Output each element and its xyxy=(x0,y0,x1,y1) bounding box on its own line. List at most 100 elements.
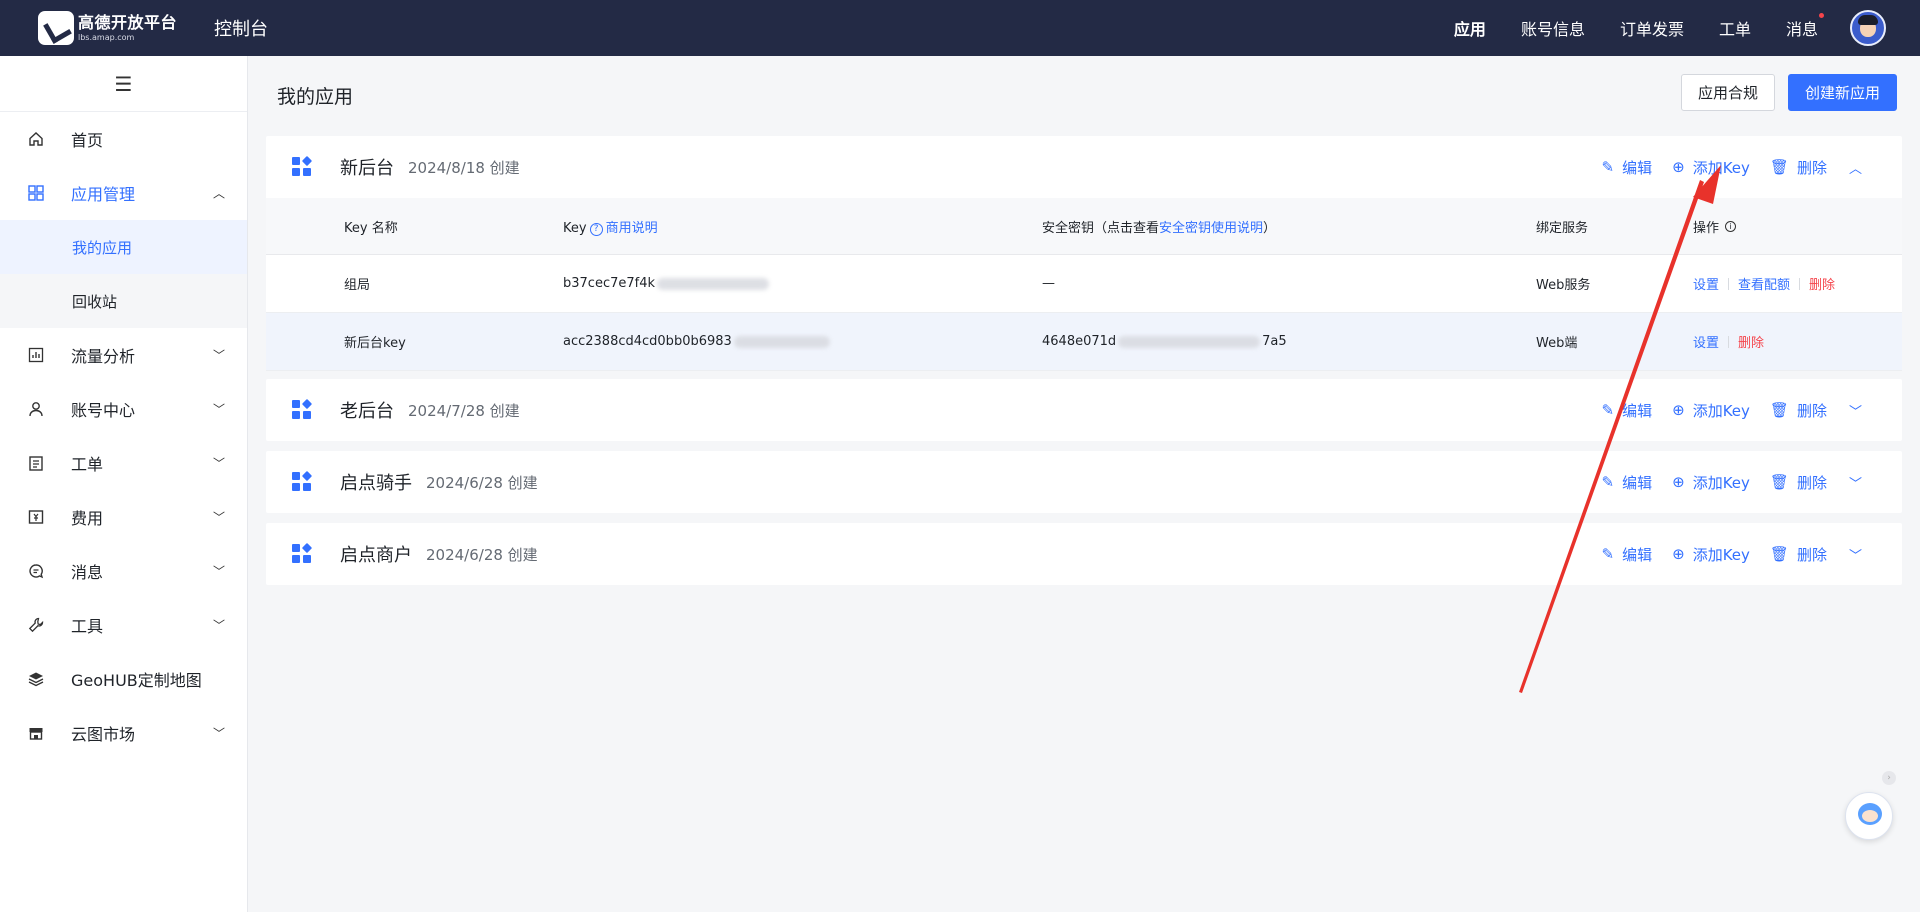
trash-icon: 🗑 xyxy=(1769,545,1789,563)
commercial-info-link[interactable]: 商用说明 xyxy=(606,221,658,236)
trash-icon: 🗑 xyxy=(1769,158,1789,176)
add-key-button[interactable]: ⊕ 添加Key xyxy=(1672,472,1750,493)
key-table-header: Key 名称 Key? 商用说明 安全密钥（点击查看安全密钥使用说明） 绑定服务 … xyxy=(266,198,1902,255)
app-created-date: 2024/6/28 创建 xyxy=(426,545,538,564)
app-actions: ✎ 编辑 ⊕ 添加Key 🗑 删除 ︿ xyxy=(1582,136,1862,198)
redacted-secret xyxy=(1118,335,1261,348)
delete-app-button[interactable]: 🗑 删除 xyxy=(1770,544,1827,565)
delete-app-button[interactable]: 🗑 删除 xyxy=(1770,400,1827,421)
table-row: 新后台key acc2388cd4cd0bb0b6983 4648e071d 7a… xyxy=(266,313,1902,371)
menu-toggle-icon[interactable]: ☰ xyxy=(0,56,247,112)
app-icon xyxy=(292,398,313,420)
sidebar-item-app-management[interactable]: 应用管理 ︿ xyxy=(0,166,247,220)
col-secret-prefix: 安全密钥（点击查看 xyxy=(1042,220,1160,236)
delete-label: 删除 xyxy=(1796,473,1827,492)
delete-label: 删除 xyxy=(1796,158,1827,177)
sidebar: ☰ 首页 应用管理 ︿ 我的应用 回收站 流量分析 ﹀ 账号中心 ﹀ 工单 ﹀ xyxy=(0,56,248,912)
app-icon xyxy=(292,155,313,177)
delete-app-button[interactable]: 🗑 删除 xyxy=(1770,157,1827,178)
sidebar-item-messages[interactable]: 消息 ﹀ xyxy=(0,544,247,598)
topnav-account[interactable]: 账号信息 xyxy=(1521,16,1585,40)
sidebar-item-label: 账号中心 xyxy=(71,401,136,420)
redacted-key xyxy=(733,335,830,348)
settings-link[interactable]: 设置 xyxy=(1693,332,1719,351)
delete-app-button[interactable]: 🗑 删除 xyxy=(1770,472,1827,493)
settings-link[interactable]: 设置 xyxy=(1693,274,1719,293)
app-icon xyxy=(292,542,313,564)
sidebar-item-fees[interactable]: 费用 ﹀ xyxy=(0,490,247,544)
sidebar-item-account[interactable]: 账号中心 ﹀ xyxy=(0,382,247,436)
sidebar-item-traffic[interactable]: 流量分析 ﹀ xyxy=(0,328,247,382)
sidebar-item-cloud-market[interactable]: 云图市场 ﹀ xyxy=(0,706,247,760)
sidebar-item-home[interactable]: 首页 xyxy=(0,112,247,166)
delete-label: 删除 xyxy=(1796,401,1827,420)
chevron-down-icon: ﹀ xyxy=(212,402,225,417)
col-secret-suffix: ） xyxy=(1263,220,1277,236)
add-key-button[interactable]: ⊕ 添加Key xyxy=(1672,400,1750,421)
edit-icon: ✎ xyxy=(1601,473,1615,491)
sidebar-item-label: 费用 xyxy=(71,509,104,528)
chevron-down-icon: ﹀ xyxy=(212,726,225,741)
chevron-down-icon: ﹀ xyxy=(212,456,225,471)
chevron-down-icon[interactable]: ﹀ xyxy=(1849,473,1862,492)
sidebar-item-tools[interactable]: 工具 ﹀ xyxy=(0,598,247,652)
delete-key-link[interactable]: 删除 xyxy=(1738,332,1764,351)
secret-cell: 4648e071d 7a5 xyxy=(1042,334,1287,349)
secret-usage-link[interactable]: 安全密钥使用说明 xyxy=(1159,221,1263,236)
key-value: b37cec7e7f4k xyxy=(563,276,656,291)
topnav-tickets[interactable]: 工单 xyxy=(1719,16,1751,40)
wrench-icon xyxy=(27,616,45,634)
user-icon xyxy=(27,400,45,418)
customer-service-icon[interactable] xyxy=(1845,792,1893,840)
avatar[interactable] xyxy=(1850,10,1886,46)
sidebar-item-label: GeoHUB定制地图 xyxy=(71,671,202,690)
sidebar-item-label: 流量分析 xyxy=(71,347,136,366)
edit-icon: ✎ xyxy=(1601,545,1615,563)
edit-app-button[interactable]: ✎ 编辑 xyxy=(1602,157,1653,178)
layers-icon xyxy=(27,670,45,688)
chevron-down-icon[interactable]: ﹀ xyxy=(1849,401,1862,420)
sidebar-item-geohub[interactable]: GeoHUB定制地图 xyxy=(0,652,247,706)
key-name-cell: 组局 xyxy=(344,278,371,293)
topnav-messages-label: 消息 xyxy=(1785,20,1818,39)
col-service: 绑定服务 xyxy=(1536,220,1589,236)
edit-app-button[interactable]: ✎ 编辑 xyxy=(1602,544,1653,565)
secret-value: 4648e071d xyxy=(1042,334,1117,349)
add-key-button[interactable]: ⊕ 添加Key xyxy=(1672,544,1750,565)
fee-icon xyxy=(27,508,45,526)
app-name: 启点商户 xyxy=(340,545,412,566)
sidebar-subitem-recycle-bin[interactable]: 回收站 xyxy=(0,274,247,328)
sidebar-item-tickets[interactable]: 工单 ﹀ xyxy=(0,436,247,490)
topnav-apps[interactable]: 应用 xyxy=(1454,16,1486,40)
view-quota-link[interactable]: 查看配额 xyxy=(1738,274,1790,293)
close-helper-icon[interactable]: › xyxy=(1882,771,1896,785)
col-ops: 操作 i xyxy=(1693,217,1737,236)
col-ops-label: 操作 xyxy=(1693,220,1720,236)
help-icon: ? xyxy=(589,222,603,236)
topnav-invoices[interactable]: 订单发票 xyxy=(1620,16,1684,40)
add-key-label: 添加Key xyxy=(1692,473,1750,492)
trash-icon: 🗑 xyxy=(1769,473,1789,491)
app-actions: ✎ 编辑 ⊕ 添加Key 🗑 删除 ﹀ xyxy=(1582,379,1862,441)
topnav-messages[interactable]: 消息 xyxy=(1785,13,1824,40)
plus-circle-icon: ⊕ xyxy=(1672,473,1685,491)
sidebar-subitem-my-apps[interactable]: 我的应用 xyxy=(0,220,247,274)
delete-label: 删除 xyxy=(1796,545,1827,564)
logo[interactable]: 高德开放平台 lbs.amap.com xyxy=(38,11,180,45)
delete-key-link[interactable]: 删除 xyxy=(1809,274,1835,293)
edit-app-button[interactable]: ✎ 编辑 xyxy=(1602,400,1653,421)
chevron-up-icon[interactable]: ︿ xyxy=(1849,158,1862,177)
chevron-down-icon[interactable]: ﹀ xyxy=(1849,545,1862,564)
add-key-button[interactable]: ⊕ 添加Key xyxy=(1672,157,1750,178)
create-app-button[interactable]: 创建新应用 xyxy=(1788,74,1898,111)
sidebar-item-label: 工具 xyxy=(71,617,104,636)
add-key-label: 添加Key xyxy=(1692,401,1750,420)
app-compliance-button[interactable]: 应用合规 xyxy=(1681,74,1776,111)
sidebar-item-label: 首页 xyxy=(71,131,104,150)
app-card: 新后台 2024/8/18 创建 ✎ 编辑 ⊕ 添加Key 🗑 删除 ︿ Key 名称… xyxy=(266,136,1902,371)
edit-label: 编辑 xyxy=(1622,401,1653,420)
sidebar-item-label: 工单 xyxy=(71,455,104,474)
edit-app-button[interactable]: ✎ 编辑 xyxy=(1602,472,1653,493)
service-cell: Web端 xyxy=(1536,336,1578,351)
main-content: 我的应用 应用合规 创建新应用 新后台 2024/8/18 创建 ✎ 编辑 ⊕ 添加… xyxy=(249,56,1920,912)
